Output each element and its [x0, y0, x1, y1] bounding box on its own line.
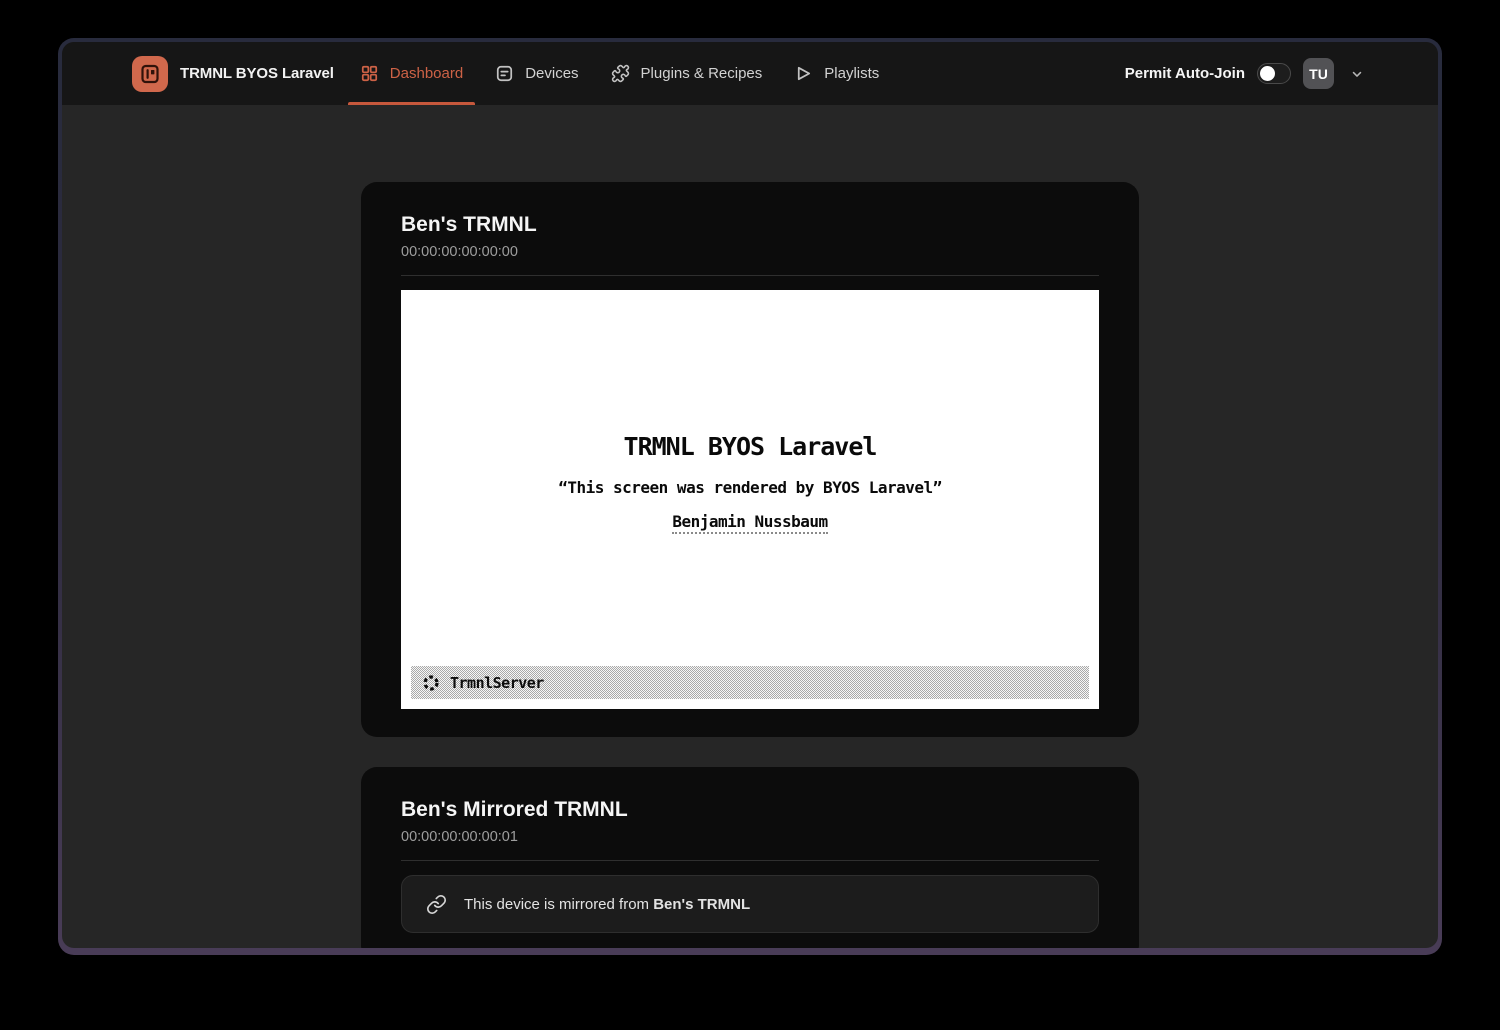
- mirror-source-device: Ben's TRMNL: [653, 896, 750, 913]
- puzzle-icon: [611, 64, 630, 83]
- chevron-down-icon: [1350, 67, 1364, 81]
- nav-item-devices[interactable]: Devices: [483, 42, 590, 105]
- nav-item-plugins-recipes[interactable]: Plugins & Recipes: [599, 42, 775, 105]
- device-mac-address: 00:00:00:00:00:00: [401, 243, 1099, 261]
- mirror-notice-text: This device is mirrored from Ben's TRMNL: [464, 896, 750, 913]
- toggle-knob: [1260, 66, 1275, 81]
- trmnl-device-icon: [132, 56, 168, 92]
- brand-title: TRMNL BYOS Laravel: [180, 65, 334, 82]
- spinner-icon: [422, 674, 440, 692]
- top-navbar: TRMNL BYOS Laravel Dashboard: [62, 42, 1438, 105]
- user-avatar[interactable]: TU: [1303, 58, 1334, 89]
- grid-icon: [360, 64, 379, 83]
- screen-quote: “This screen was rendered by BYOS Larave…: [401, 478, 1099, 497]
- permit-auto-join-label: Permit Auto-Join: [1125, 65, 1245, 82]
- screen-footer-label: TrmnlServer: [450, 674, 544, 692]
- navbar-right-group: Permit Auto-Join TU: [1125, 42, 1368, 105]
- app-window-content: TRMNL BYOS Laravel Dashboard: [62, 42, 1438, 948]
- device-card-bens-mirrored-trmnl: Ben's Mirrored TRMNL 00:00:00:00:00:01 T…: [361, 767, 1139, 948]
- nav-item-label: Dashboard: [390, 65, 463, 82]
- screen-footer-bar: TrmnlServer: [411, 666, 1089, 699]
- nav-item-playlists[interactable]: Playlists: [782, 42, 891, 105]
- nav-item-label: Playlists: [824, 65, 879, 82]
- device-name: Ben's Mirrored TRMNL: [401, 797, 1099, 823]
- card-divider: [401, 275, 1099, 276]
- app-window: TRMNL BYOS Laravel Dashboard: [58, 38, 1442, 955]
- device-list-icon: [495, 64, 514, 83]
- card-divider: [401, 860, 1099, 861]
- link-icon: [426, 894, 447, 915]
- permit-auto-join-toggle[interactable]: [1257, 63, 1291, 84]
- screen-title: TRMNL BYOS Laravel: [401, 290, 1099, 461]
- device-name: Ben's TRMNL: [401, 212, 1099, 238]
- brand-home-link[interactable]: TRMNL BYOS Laravel: [132, 42, 334, 105]
- nav-item-label: Plugins & Recipes: [641, 65, 763, 82]
- dashboard-content: Ben's TRMNL 00:00:00:00:00:00 TRMNL BYOS…: [62, 105, 1438, 948]
- user-menu-button[interactable]: [1346, 63, 1368, 85]
- device-mac-address: 00:00:00:00:00:01: [401, 828, 1099, 846]
- mirror-notice-box: This device is mirrored from Ben's TRMNL: [401, 875, 1099, 933]
- main-nav: Dashboard Devices: [344, 42, 896, 105]
- nav-item-label: Devices: [525, 65, 578, 82]
- device-card-bens-trmnl: Ben's TRMNL 00:00:00:00:00:00 TRMNL BYOS…: [361, 182, 1139, 737]
- device-screen-preview: TRMNL BYOS Laravel “This screen was rend…: [401, 290, 1099, 709]
- nav-item-dashboard[interactable]: Dashboard: [348, 42, 475, 105]
- screen-author: Benjamin Nussbaum: [401, 512, 1099, 531]
- play-icon: [794, 64, 813, 83]
